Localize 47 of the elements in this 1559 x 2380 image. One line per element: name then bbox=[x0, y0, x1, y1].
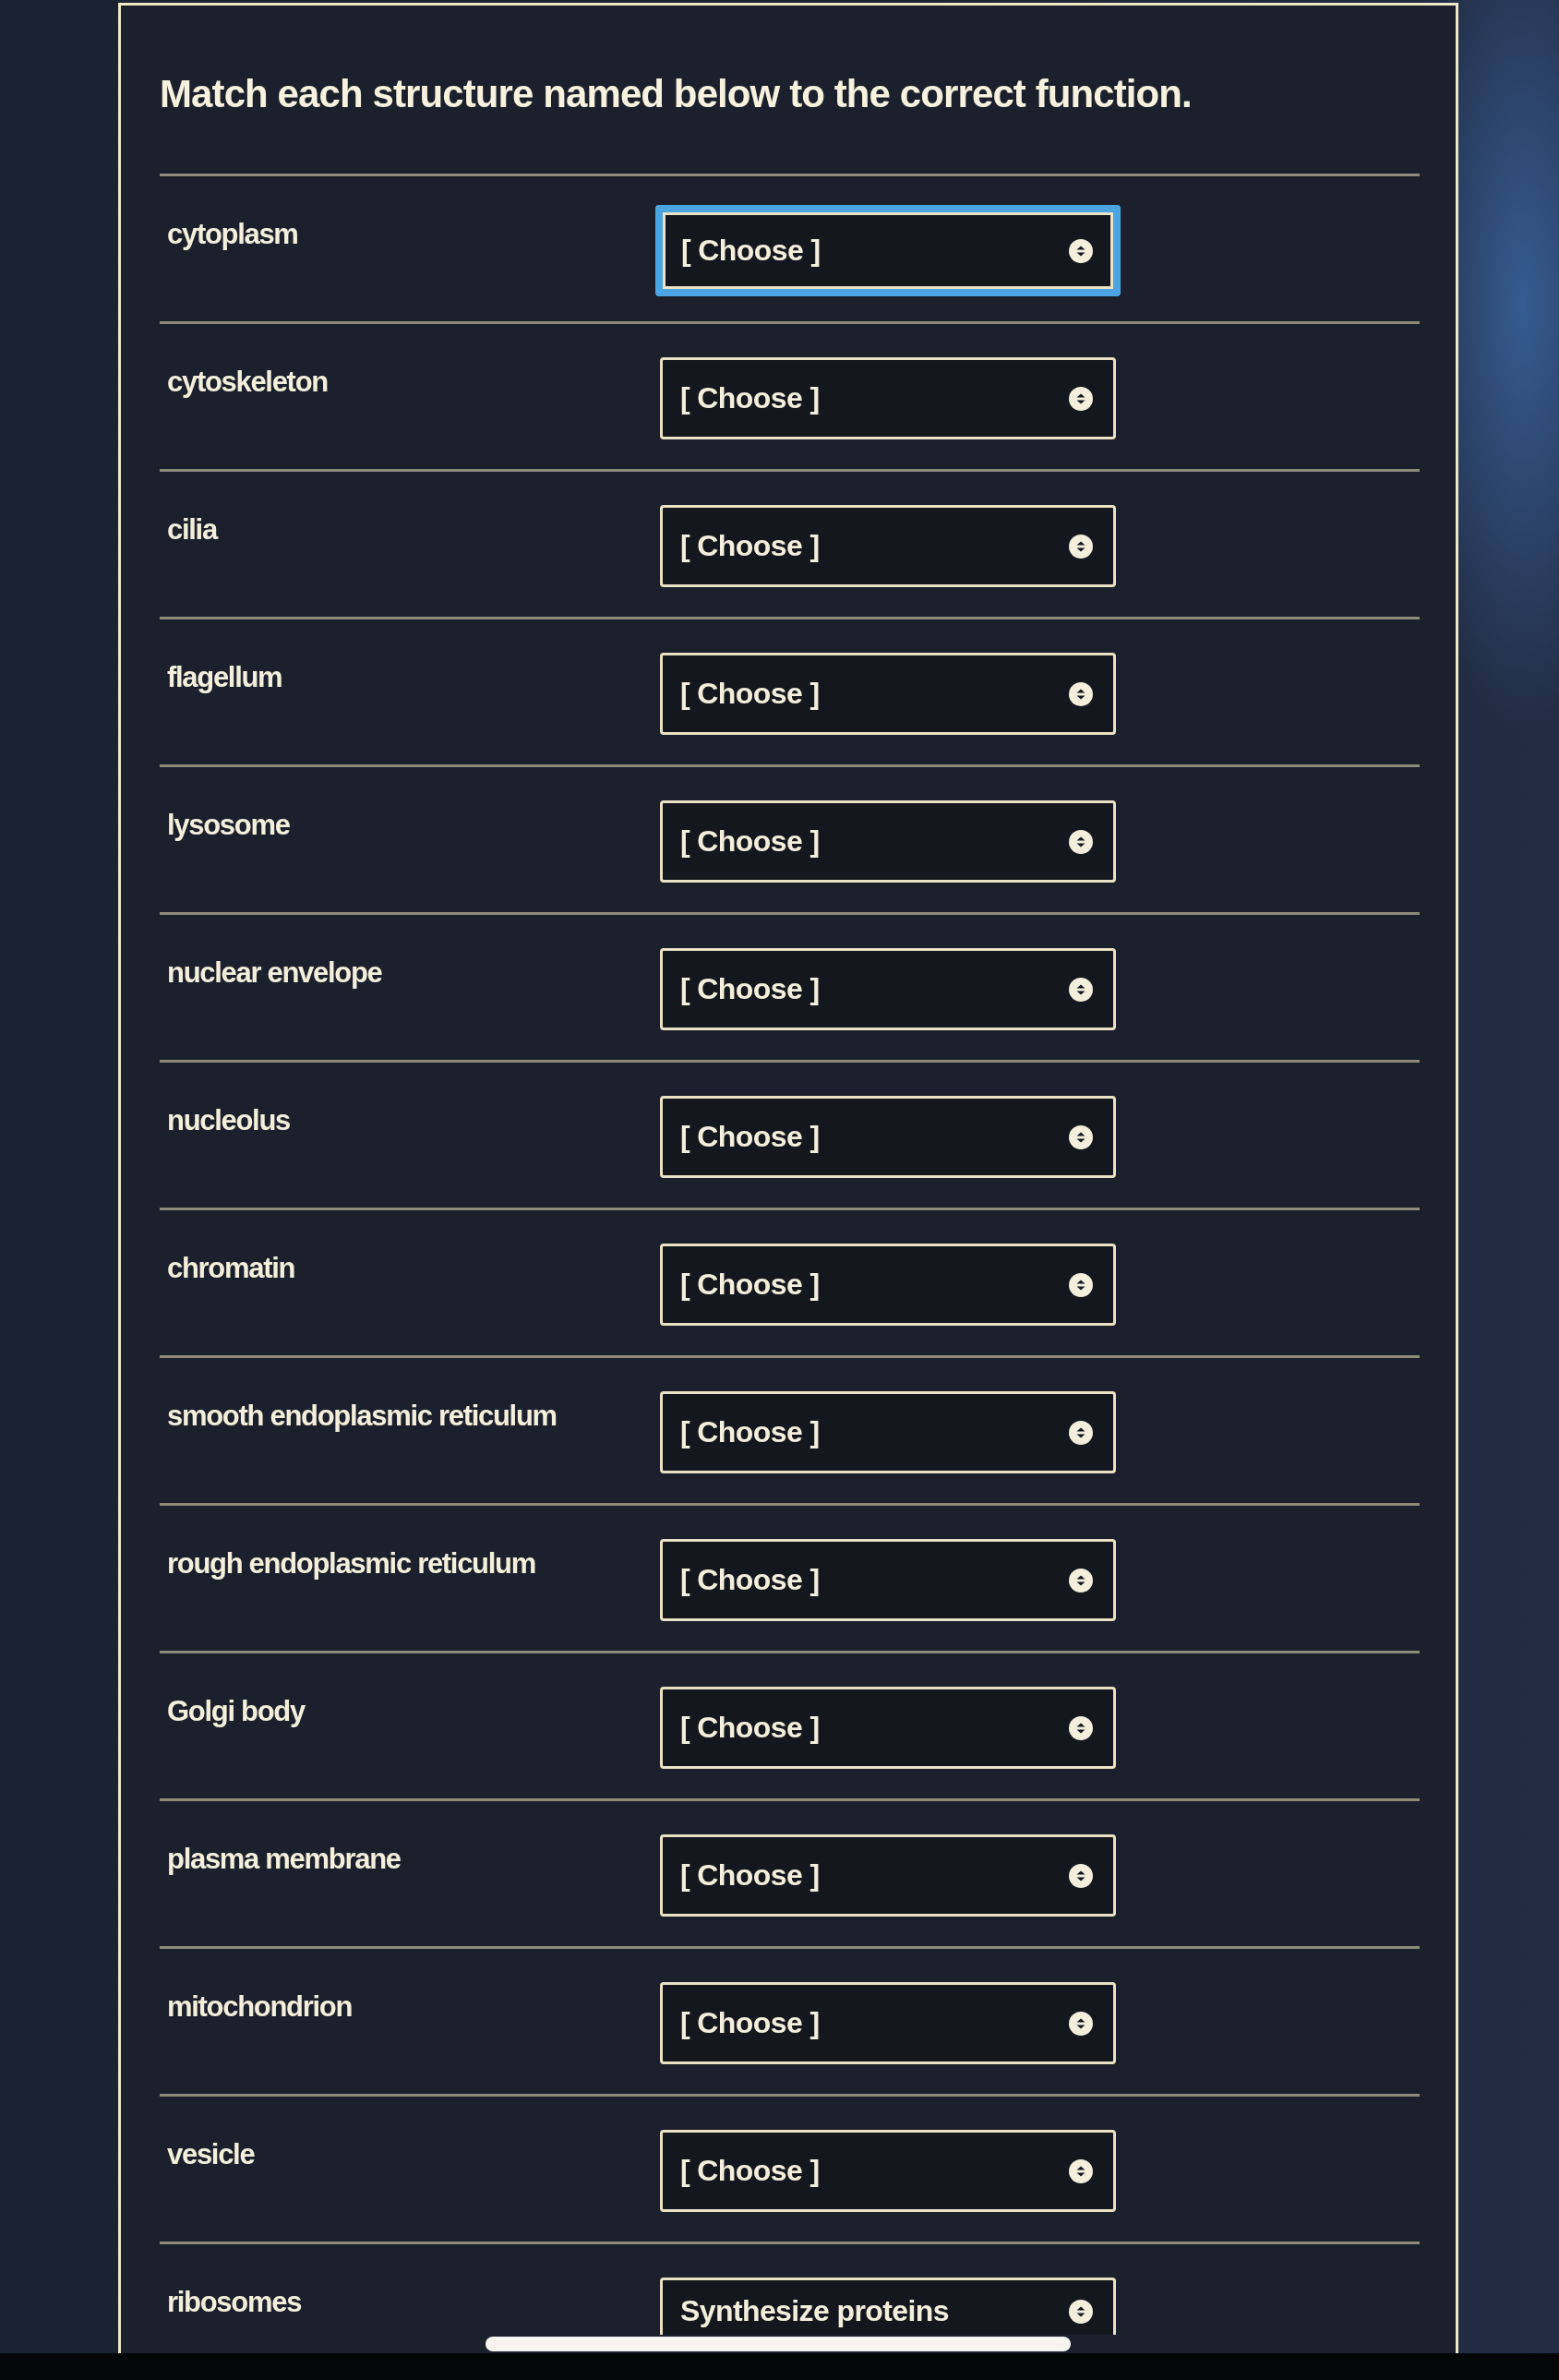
answer-dropdown[interactable]: [ Choose ] bbox=[660, 948, 1116, 1030]
updown-arrows-icon bbox=[1069, 1568, 1093, 1593]
answer-dropdown[interactable]: [ Choose ] bbox=[660, 505, 1116, 587]
updown-arrows-icon bbox=[1069, 238, 1093, 263]
structure-label: rough endoplasmic reticulum bbox=[166, 1546, 536, 1581]
answer-dropdown[interactable]: [ Choose ] bbox=[660, 800, 1116, 883]
structure-label: nuclear envelope bbox=[166, 956, 383, 991]
structure-label: chromatin bbox=[166, 1251, 296, 1286]
updown-arrows-icon bbox=[1069, 2299, 1093, 2324]
structure-label: nucleolus bbox=[166, 1103, 291, 1138]
updown-arrows-icon bbox=[1069, 1715, 1093, 1740]
updown-arrows-icon bbox=[1069, 386, 1093, 411]
updown-arrows-icon bbox=[1069, 2011, 1093, 2036]
answer-dropdown[interactable]: [ Choose ] bbox=[660, 653, 1116, 735]
structure-label: mitochondrion bbox=[166, 1989, 354, 2025]
answer-dropdown[interactable]: [ Choose ] bbox=[660, 1096, 1116, 1178]
answer-dropdown[interactable]: [ Choose ] bbox=[655, 205, 1121, 296]
structure-label: cilia bbox=[166, 512, 219, 547]
answer-dropdown[interactable]: [ Choose ] bbox=[660, 1539, 1116, 1621]
answer-dropdown[interactable]: Synthesize proteins bbox=[660, 2278, 1116, 2335]
structure-label: lysosome bbox=[166, 808, 291, 843]
structure-label: ribosomes bbox=[166, 2285, 303, 2320]
updown-arrows-icon bbox=[1069, 1420, 1093, 1445]
answer-dropdown[interactable]: [ Choose ] bbox=[660, 357, 1116, 439]
answer-dropdown[interactable]: [ Choose ] bbox=[660, 1687, 1116, 1769]
answer-dropdown[interactable]: [ Choose ] bbox=[660, 1982, 1116, 2064]
structure-label: smooth endoplasmic reticulum bbox=[166, 1399, 558, 1434]
updown-arrows-icon bbox=[1069, 2158, 1093, 2183]
updown-arrows-icon bbox=[1069, 1124, 1093, 1149]
updown-arrows-icon bbox=[1069, 829, 1093, 854]
structure-label: plasma membrane bbox=[166, 1842, 402, 1877]
structure-label: flagellum bbox=[166, 660, 283, 695]
answer-dropdown[interactable]: [ Choose ] bbox=[660, 1834, 1116, 1917]
home-indicator[interactable] bbox=[486, 2337, 1071, 2351]
structure-label: Golgi body bbox=[166, 1694, 306, 1729]
structure-label: cytoskeleton bbox=[166, 365, 329, 400]
answer-dropdown[interactable]: [ Choose ] bbox=[660, 2130, 1116, 2212]
updown-arrows-icon bbox=[1069, 1272, 1093, 1297]
updown-arrows-icon bbox=[1069, 534, 1093, 559]
answer-dropdown[interactable]: [ Choose ] bbox=[660, 1244, 1116, 1326]
structure-label: vesicle bbox=[166, 2137, 256, 2172]
question-text: Match each structure named below to the correct function. bbox=[160, 71, 1193, 117]
updown-arrows-icon bbox=[1069, 681, 1093, 706]
updown-arrows-icon bbox=[1069, 977, 1093, 1002]
answer-dropdown[interactable]: [ Choose ] bbox=[660, 1391, 1116, 1473]
structure-label: cytoplasm bbox=[166, 217, 299, 252]
updown-arrows-icon bbox=[1069, 1863, 1093, 1888]
